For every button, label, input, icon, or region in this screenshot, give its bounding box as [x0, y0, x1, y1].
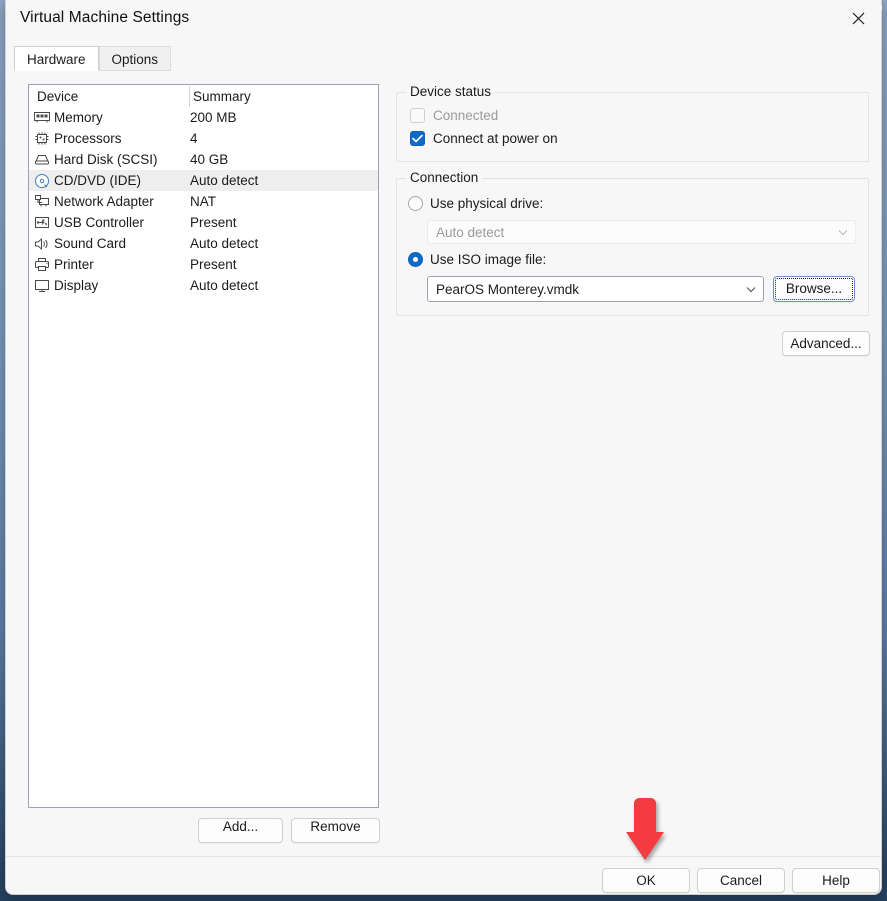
device-summary: Present: [190, 215, 237, 230]
close-icon: [852, 12, 865, 25]
device-name: Network Adapter: [54, 194, 154, 209]
device-summary: Auto detect: [190, 236, 259, 251]
hard-disk-icon: [33, 152, 50, 168]
display-icon: [33, 278, 50, 294]
radio-selected-icon: [408, 252, 423, 267]
processor-icon: [33, 131, 50, 147]
table-row[interactable]: Network Adapter NAT: [29, 191, 378, 212]
device-name: Hard Disk (SCSI): [54, 152, 158, 167]
device-name: Display: [54, 278, 99, 293]
device-name: Processors: [54, 131, 122, 146]
table-row[interactable]: Processors 4: [29, 128, 378, 149]
ok-button[interactable]: OK: [602, 868, 690, 893]
physical-drive-select: Auto detect: [427, 220, 856, 244]
cancel-button[interactable]: Cancel: [697, 868, 785, 893]
close-button[interactable]: [835, 0, 881, 36]
column-separator: [189, 86, 190, 107]
tab-hardware[interactable]: Hardware: [14, 46, 99, 71]
table-row[interactable]: USB Controller Present: [29, 212, 378, 233]
remove-button[interactable]: Remove: [291, 818, 380, 843]
device-summary: 40 GB: [190, 152, 229, 167]
connect-at-power-on-checkbox[interactable]: Connect at power on: [410, 131, 558, 146]
footer-separator: [6, 856, 881, 857]
window-title: Virtual Machine Settings: [20, 9, 190, 26]
checkbox-checked-icon: [410, 131, 425, 146]
device-summary: Present: [190, 257, 237, 272]
device-summary: NAT: [190, 194, 216, 209]
device-name: Printer: [54, 257, 94, 272]
use-iso-image-radio[interactable]: Use ISO image file:: [408, 252, 546, 267]
memory-icon: [33, 110, 50, 126]
connected-label: Connected: [433, 108, 499, 123]
table-row[interactable]: Sound Card Auto detect: [29, 233, 378, 254]
tab-options[interactable]: Options: [98, 46, 172, 71]
device-name: USB Controller: [54, 215, 145, 230]
chevron-down-icon[interactable]: [739, 286, 763, 293]
chevron-down-icon: [831, 229, 855, 236]
use-physical-drive-label: Use physical drive:: [430, 196, 544, 211]
table-row[interactable]: CD/DVD (IDE) Auto detect: [29, 170, 378, 191]
physical-drive-value: Auto detect: [436, 224, 505, 240]
vm-settings-dialog: Virtual Machine Settings Hardware Option…: [5, 0, 882, 895]
device-name: Memory: [54, 110, 103, 125]
printer-icon: [33, 257, 50, 273]
table-row[interactable]: Memory 200 MB: [29, 107, 378, 128]
column-header-summary: Summary: [193, 89, 251, 104]
device-summary: Auto detect: [190, 278, 259, 293]
connect-at-power-on-label: Connect at power on: [433, 131, 558, 146]
title-bar: Virtual Machine Settings: [6, 0, 881, 38]
add-button[interactable]: Add...: [198, 818, 283, 843]
device-list-header: Device Summary: [29, 85, 378, 107]
table-row[interactable]: Printer Present: [29, 254, 378, 275]
radio-unselected-icon: [408, 196, 423, 211]
tab-strip: Hardware Options: [14, 45, 172, 71]
annotation-arrow-icon: [625, 798, 665, 864]
device-status-group: Device status: [396, 84, 869, 162]
use-iso-image-label: Use ISO image file:: [430, 252, 547, 267]
device-list[interactable]: Device Summary Memory 200 MB Processors …: [28, 84, 379, 808]
checkbox-unchecked-icon: [410, 108, 425, 123]
device-name: CD/DVD (IDE): [54, 173, 141, 188]
device-summary: 4: [190, 131, 198, 146]
device-summary: 200 MB: [190, 110, 237, 125]
table-row[interactable]: Hard Disk (SCSI) 40 GB: [29, 149, 378, 170]
network-adapter-icon: [33, 194, 50, 210]
iso-image-select[interactable]: PearOS Monterey.vmdk: [427, 276, 764, 302]
sound-card-icon: [33, 236, 50, 252]
help-button[interactable]: Help: [792, 868, 880, 893]
device-name: Sound Card: [54, 236, 127, 251]
connected-checkbox: Connected: [410, 108, 498, 123]
usb-controller-icon: [33, 215, 50, 231]
use-physical-drive-radio[interactable]: Use physical drive:: [408, 196, 543, 211]
iso-image-value: PearOS Monterey.vmdk: [436, 281, 580, 297]
device-status-legend: Device status: [406, 84, 496, 99]
column-header-device: Device: [37, 89, 79, 104]
cd-dvd-icon: [33, 173, 50, 189]
connection-legend: Connection: [406, 170, 483, 185]
device-summary: Auto detect: [190, 173, 259, 188]
table-row[interactable]: Display Auto detect: [29, 275, 378, 296]
browse-button[interactable]: Browse...: [773, 276, 855, 302]
advanced-button[interactable]: Advanced...: [782, 331, 870, 356]
